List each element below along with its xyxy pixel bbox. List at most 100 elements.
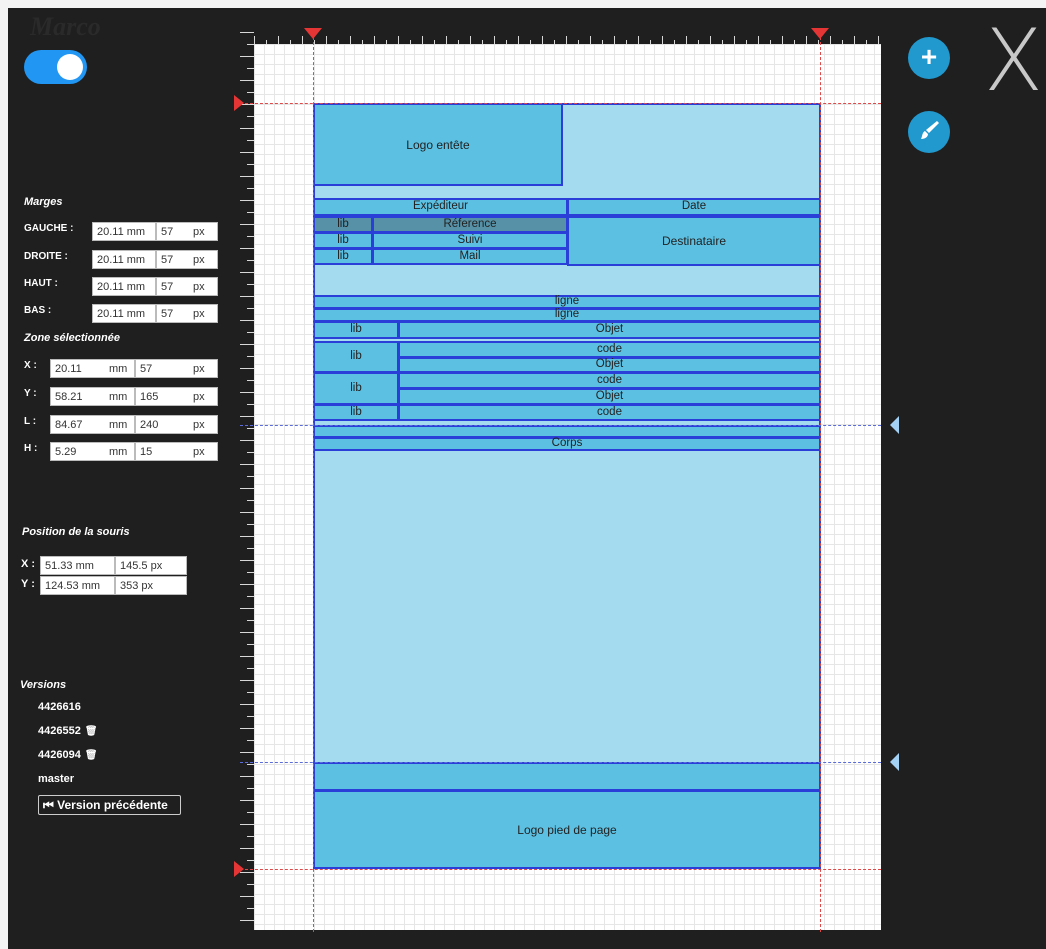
margin-left-px-unit: px (193, 226, 205, 238)
mouse-x-label: X : (21, 558, 36, 570)
ruler-tick (374, 36, 375, 44)
sel-x-px-value: 57 (140, 362, 153, 375)
guide-body-top-handle-icon[interactable] (890, 416, 899, 434)
previous-version-button[interactable]: ⏮ Version précédente (38, 795, 181, 815)
version-item[interactable]: 4426552 🗑 (38, 725, 98, 737)
sel-x-mm[interactable]: 20.11 mm (50, 359, 135, 378)
ruler-tick (247, 260, 254, 261)
sel-w-px[interactable]: 240 px (135, 415, 218, 434)
zone-lib[interactable]: lib (313, 321, 399, 339)
ruler-tick (247, 284, 254, 285)
zone-lib[interactable]: lib (313, 372, 399, 405)
ruler-tick (240, 536, 254, 537)
zone-suivi[interactable]: Suivi (372, 232, 568, 249)
margin-right-mm[interactable]: 20.11 mm (92, 250, 156, 269)
guide-body-bottom[interactable] (240, 762, 881, 763)
margin-bottom-px-unit: px (193, 308, 205, 320)
version-item[interactable]: 4426616 (38, 701, 81, 713)
margin-left-px[interactable]: 57 px (156, 222, 218, 241)
sel-y-mm[interactable]: 58.21 mm (50, 387, 135, 406)
guide-body-top[interactable] (240, 425, 881, 426)
margin-bottom-px[interactable]: 57 px (156, 304, 218, 323)
margin-right-px[interactable]: 57 px (156, 250, 218, 269)
zone-logo-footer[interactable]: Logo pied de page (313, 790, 821, 869)
ruler-tick (247, 596, 254, 597)
sel-h-mm[interactable]: 5.29 mm (50, 442, 135, 461)
guide-top[interactable] (240, 103, 881, 104)
ruler-tick (247, 380, 254, 381)
version-id: 4426616 (38, 701, 81, 713)
zone-mail[interactable]: Mail (372, 248, 568, 265)
mode-toggle[interactable] (24, 50, 87, 84)
trash-icon[interactable]: 🗑 (85, 750, 98, 761)
guide-right-handle-icon[interactable] (811, 28, 829, 39)
margin-top-px[interactable]: 57 px (156, 277, 218, 296)
ruler-tick (247, 620, 254, 621)
zone-objet[interactable]: Objet (398, 357, 821, 373)
zone-objet[interactable]: Objet (398, 321, 821, 339)
zone-code[interactable]: code (398, 372, 821, 389)
horizontal-ruler (254, 32, 884, 44)
zone-lib[interactable]: lib (313, 248, 373, 265)
margin-left-mm[interactable]: 20.11 mm (92, 222, 156, 241)
ruler-tick (240, 824, 254, 825)
zone-lib[interactable]: lib (313, 404, 399, 421)
ruler-tick (247, 860, 254, 861)
sel-h-px-unit: px (193, 446, 205, 458)
ruler-tick (240, 80, 254, 81)
ruler-tick (830, 36, 831, 44)
zone-lib[interactable]: lib (313, 341, 399, 373)
zone-ligne[interactable]: ligne (313, 308, 821, 322)
zone-sender[interactable]: Expéditeur (313, 198, 568, 216)
zone-code[interactable]: code (398, 341, 821, 358)
ruler-tick (247, 908, 254, 909)
zone-recipient[interactable]: Destinataire (567, 216, 821, 266)
zone-body[interactable]: Corps (313, 437, 821, 451)
ruler-tick (240, 464, 254, 465)
sel-y-px[interactable]: 165 px (135, 387, 218, 406)
ruler-tick (758, 36, 759, 44)
zone-lib[interactable]: lib (313, 216, 373, 233)
zone-date[interactable]: Date (567, 198, 821, 216)
mouse-title: Position de la souris (22, 526, 130, 538)
ruler-tick (240, 440, 254, 441)
guide-top-handle-icon[interactable] (234, 95, 244, 111)
version-item[interactable]: 4426094 🗑 (38, 749, 98, 761)
plus-icon: + (920, 41, 938, 72)
ruler-tick (278, 36, 279, 44)
guide-right[interactable] (820, 32, 821, 932)
ruler-tick (686, 36, 687, 44)
ruler-tick (240, 728, 254, 729)
guide-left[interactable] (313, 32, 314, 932)
zone-reference[interactable]: Réference (372, 216, 568, 233)
sel-w-mm[interactable]: 84.67 mm (50, 415, 135, 434)
zone-ligne[interactable]: ligne (313, 295, 821, 309)
close-icon[interactable]: X (984, 18, 1043, 104)
guide-bottom-handle-icon[interactable] (234, 861, 244, 877)
style-button[interactable] (908, 111, 950, 153)
margin-bottom-px-value: 57 (161, 307, 174, 320)
ruler-tick (240, 704, 254, 705)
ruler-tick (422, 36, 423, 44)
version-item[interactable]: master (38, 773, 74, 785)
zone-objet[interactable]: Objet (398, 388, 821, 405)
guide-body-bottom-handle-icon[interactable] (890, 753, 899, 771)
zone-lib[interactable]: lib (313, 232, 373, 249)
ruler-tick (240, 632, 254, 633)
guide-left-handle-icon[interactable] (304, 28, 322, 39)
sel-w-px-unit: px (193, 419, 205, 431)
margin-bottom-mm[interactable]: 20.11 mm (92, 304, 156, 323)
ruler-tick (240, 752, 254, 753)
zone-footer-band[interactable] (313, 762, 821, 791)
margin-top-mm[interactable]: 20.11 mm (92, 277, 156, 296)
guide-bottom[interactable] (240, 869, 881, 870)
trash-icon[interactable]: 🗑 (85, 726, 98, 737)
ruler-tick (247, 668, 254, 669)
ruler-tick (240, 344, 254, 345)
add-zone-button[interactable]: + (908, 37, 950, 79)
zone-logo-header[interactable]: Logo entête (313, 103, 563, 186)
sel-x-px[interactable]: 57 px (135, 359, 218, 378)
sel-h-px[interactable]: 15 px (135, 442, 218, 461)
zone-code[interactable]: code (398, 404, 821, 421)
margin-left-px-value: 57 (161, 225, 174, 238)
